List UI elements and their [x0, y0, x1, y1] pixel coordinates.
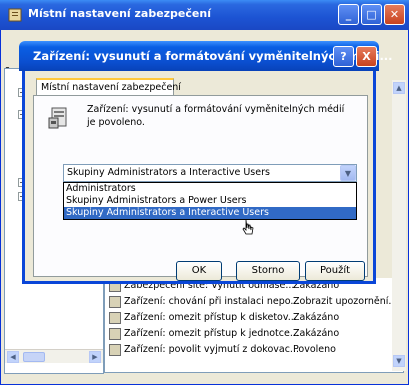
- outer-window-title: Místní nastavení zabezpečení: [28, 7, 211, 20]
- window-app-icon: [8, 7, 24, 23]
- cancel-button[interactable]: Storno: [236, 261, 300, 281]
- mouse-cursor-icon: [240, 218, 258, 236]
- policy-value: Zakázáno: [293, 328, 340, 339]
- list-item[interactable]: Zařízení: omezit přístup k disketov... Za…: [109, 310, 339, 326]
- dialog-title-icon: [25, 48, 31, 62]
- close-icon[interactable]: X: [356, 46, 377, 67]
- list-item[interactable]: Zařízení: povolit vyjmutí z dokovac... Po…: [109, 342, 336, 358]
- group-dropdown-list: Administrators Skupiny Administrators a …: [63, 182, 357, 220]
- list-item[interactable]: Zařízení: chování při instalaci nepo... Z…: [109, 294, 397, 310]
- policy-list[interactable]: Zabezpečení sítě: Vynutit odhláše... Zaká…: [104, 278, 404, 373]
- policy-row-icon: [109, 311, 121, 324]
- close-icon[interactable]: ✕: [384, 4, 405, 25]
- dropdown-option-power-users[interactable]: Skupiny Administrators a Power Users: [64, 195, 356, 207]
- policy-value: Zobrazit upozornění...: [293, 296, 398, 307]
- policy-name: Zařízení: povolit vyjmutí z dokovac...: [124, 344, 299, 355]
- list-item[interactable]: Zařízení: omezit přístup k jednotce... Za…: [109, 326, 339, 342]
- scroll-down-icon[interactable]: ▼: [393, 355, 405, 367]
- scroll-up-icon[interactable]: ▲: [393, 82, 405, 94]
- policy-row-icon: [109, 327, 121, 340]
- policy-row-icon: [109, 343, 121, 356]
- minimize-icon[interactable]: _: [338, 4, 359, 25]
- list-vertical-scrollbar[interactable]: ▲ ▼: [392, 80, 406, 371]
- dropdown-option-interactive-users[interactable]: Skupiny Administrators a Interactive Use…: [64, 207, 356, 219]
- policy-name: Zařízení: chování při instalaci nepo...: [124, 296, 300, 307]
- ok-button[interactable]: OK: [176, 261, 222, 281]
- scroll-thumb[interactable]: [23, 352, 45, 362]
- scroll-left-icon[interactable]: ◀: [7, 351, 19, 363]
- chevron-down-icon[interactable]: ▼: [340, 165, 356, 181]
- policy-name: Zařízení: omezit přístup k jednotce...: [124, 328, 299, 339]
- policy-description: Zařízení: vysunutí a formátování vyměnit…: [87, 104, 345, 128]
- policy-value: Povoleno: [293, 344, 336, 355]
- policy-icon: [47, 106, 71, 130]
- policy-row-icon: [109, 295, 121, 308]
- policy-value: Zakázáno: [293, 312, 340, 323]
- apply-button[interactable]: Použít: [305, 261, 365, 281]
- group-select[interactable]: Skupiny Administrators a Interactive Use…: [63, 164, 357, 182]
- tab-local-security-setting[interactable]: Místní nastavení zabezpečení: [36, 78, 181, 96]
- policy-name: Zařízení: omezit přístup k disketov...: [124, 312, 297, 323]
- scroll-right-icon[interactable]: ▶: [89, 351, 101, 363]
- dropdown-option-administrators[interactable]: Administrators: [64, 183, 356, 195]
- tree-horizontal-scrollbar[interactable]: ◀ ▶: [5, 349, 103, 363]
- maximize-icon[interactable]: □: [361, 4, 382, 25]
- help-icon[interactable]: ?: [333, 46, 354, 67]
